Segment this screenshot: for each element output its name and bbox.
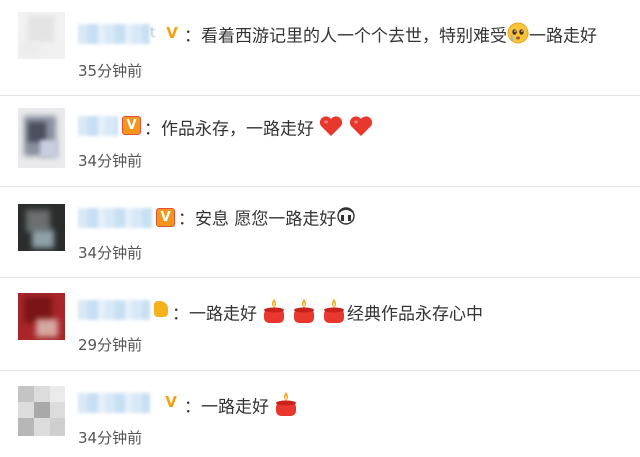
verified-v-icon: V (166, 24, 178, 42)
username[interactable] (78, 116, 118, 136)
comment-text: ：作品永存，一路走好 (144, 114, 374, 145)
avatar[interactable] (18, 204, 65, 251)
username[interactable] (78, 24, 150, 44)
sad-face-icon (336, 206, 356, 233)
comment-time: 34分钟前 (78, 152, 143, 170)
thumb-badge-icon (154, 301, 168, 317)
comment-time: 35分钟前 (78, 62, 143, 80)
verified-v-icon: V (122, 116, 141, 135)
comment-body-after: 一路走好 (529, 26, 597, 47)
comment-separator: ： (178, 209, 195, 230)
comment-time: 34分钟前 (78, 244, 143, 262)
candle-icon (291, 298, 317, 331)
red-heart-icon (318, 114, 344, 145)
username[interactable] (78, 300, 150, 320)
avatar[interactable] (18, 293, 65, 340)
username[interactable] (78, 208, 152, 228)
comment-separator: ： (144, 119, 161, 140)
comment-separator: ： (184, 397, 201, 418)
comment-body: 作品永存，一路走好 (161, 119, 314, 140)
comment-body: 一路走好 (201, 397, 269, 418)
comment-text: ：安息 愿您一路走好 (178, 206, 356, 233)
candle-icon (321, 298, 347, 331)
comment-item: V ：安息 愿您一路走好 34分钟前 (0, 187, 640, 277)
comment-text: ：一路走好 经典作品永存心中 (172, 298, 483, 331)
comment-separator: ： (184, 26, 201, 47)
red-heart-icon (348, 114, 374, 145)
comment-item: V ：作品永存，一路走好 34分钟前 (0, 96, 640, 186)
comment-time: 34分钟前 (78, 429, 143, 447)
candle-icon (261, 298, 287, 331)
comment-body: 一路走好 (189, 304, 257, 325)
candle-icon (273, 391, 299, 424)
avatar[interactable] (18, 386, 65, 436)
avatar[interactable] (18, 12, 65, 59)
comment-item: V ：一路走好 34分钟前 (0, 371, 640, 457)
avatar[interactable] (18, 108, 65, 168)
comment-item: t V ：看着西游记里的人一个个去世，特别难受 一路走好 35分钟前 (0, 0, 640, 95)
verified-v-icon: V (165, 393, 177, 411)
username-tail: t (150, 25, 156, 41)
crying-face-icon (507, 22, 529, 51)
comment-body: 安息 愿您一路走好 (195, 209, 337, 230)
username[interactable] (78, 393, 150, 413)
comment-body: 看着西游记里的人一个个去世，特别难受 (201, 26, 507, 47)
comment-text: ：一路走好 (184, 391, 299, 424)
comment-body-after: 经典作品永存心中 (347, 304, 483, 325)
comment-item: ：一路走好 经典作品永存心中 29分钟前 (0, 278, 640, 370)
verified-v-icon: V (156, 208, 175, 227)
comment-time: 29分钟前 (78, 336, 143, 354)
comment-text: ：看着西游记里的人一个个去世，特别难受 一路走好 (184, 22, 597, 51)
comment-separator: ： (172, 304, 189, 325)
